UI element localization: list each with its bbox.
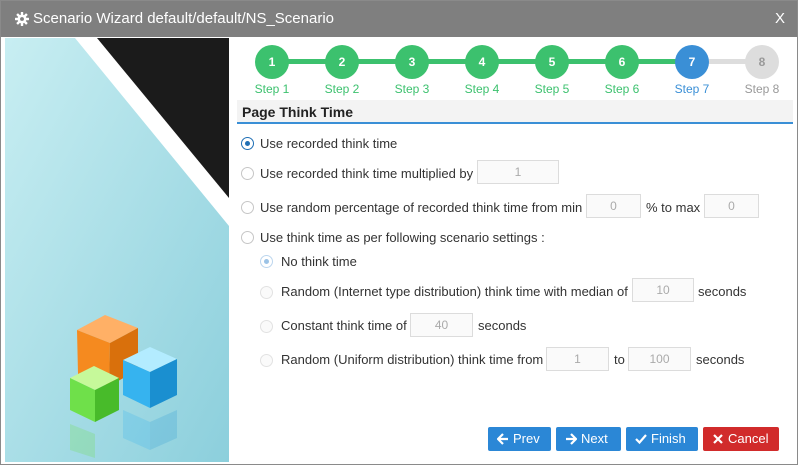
wizard-step-5[interactable]: 5 Step 5 [534,45,570,96]
next-button-label: Next [581,431,608,446]
wizard-step-3[interactable]: 3 Step 3 [394,45,430,96]
radio-internet-distribution[interactable] [260,286,273,299]
prev-button-label: Prev [513,431,540,446]
wizard-step-4[interactable]: 4 Step 4 [464,45,500,96]
constant-think-time-label: Constant think time of [281,318,407,333]
dialog-title: Scenario Wizard default/default/NS_Scena… [33,10,334,27]
multiplied-think-time-label: Use recorded think time multiplied by [260,166,474,181]
step-number: 4 [465,45,499,79]
step-label: Step 8 [744,82,780,96]
step-label: Step 2 [324,82,360,96]
wizard-step-7[interactable]: 7 Step 7 [674,45,710,96]
uniform-from-input[interactable] [546,347,609,371]
to-max-label: % to max [646,200,701,215]
section-title: Page Think Time [237,100,793,124]
scenario-wizard-dialog: Scenario Wizard default/default/NS_Scena… [0,0,798,465]
finish-button[interactable]: Finish [626,427,698,451]
finish-button-label: Finish [651,431,686,446]
wizard-step-6[interactable]: 6 Step 6 [604,45,640,96]
seconds-label: seconds [696,352,745,367]
step-number: 5 [535,45,569,79]
step-label: Step 5 [534,82,570,96]
next-button[interactable]: Next [556,427,621,451]
seconds-label: seconds [698,284,747,299]
max-percentage-input[interactable] [704,194,759,218]
radio-multiplied-think-time[interactable] [241,167,254,180]
prev-button[interactable]: Prev [488,427,551,451]
wizard-steps: 1 Step 1 2 Step 2 3 Step 3 4 Step 4 5 Step 5 … [237,38,793,98]
internet-distribution-label: Random (Internet type distribution) thin… [281,284,628,299]
step-label: Step 7 [674,82,710,96]
uniform-distribution-label: Random (Uniform distribution) think time… [281,352,544,367]
radio-scenario-settings[interactable] [241,231,254,244]
radio-random-percentage[interactable] [241,201,254,214]
cancel-button-label: Cancel [728,431,769,446]
min-percentage-input[interactable] [586,194,641,218]
radio-constant-think-time[interactable] [260,320,273,333]
uniform-to-input[interactable] [628,347,691,371]
radio-recorded-think-time[interactable] [241,137,254,150]
constant-seconds-input[interactable] [410,313,473,337]
arrow-left-icon [497,433,508,445]
close-button[interactable]: X [775,10,785,27]
step-label: Step 3 [394,82,430,96]
radio-no-think-time[interactable] [260,255,273,268]
step-label: Step 4 [464,82,500,96]
seconds-label: seconds [478,318,527,333]
no-think-time-label: No think time [281,254,357,269]
step-label: Step 6 [604,82,640,96]
cancel-button[interactable]: Cancel [703,427,779,451]
step-number: 1 [255,45,289,79]
random-percentage-label: Use random percentage of recorded think … [260,200,583,215]
close-x-icon [713,434,723,444]
radio-uniform-distribution[interactable] [260,354,273,367]
to-label: to [614,352,625,367]
wizard-step-2[interactable]: 2 Step 2 [324,45,360,96]
step-number: 8 [745,45,779,79]
step-number: 3 [395,45,429,79]
step-number: 7 [675,45,709,79]
step-label: Step 1 [254,82,290,96]
multiplier-input[interactable] [477,160,559,184]
gear-icon [15,12,29,26]
arrow-right-icon [566,433,577,445]
wizard-step-1[interactable]: 1 Step 1 [254,45,290,96]
step-number: 2 [325,45,359,79]
dialog-titlebar: Scenario Wizard default/default/NS_Scena… [1,1,797,37]
scenario-settings-label: Use think time as per following scenario… [260,230,545,245]
cubes-illustration [5,38,229,462]
recorded-think-time-label: Use recorded think time [260,136,398,151]
median-seconds-input[interactable] [632,278,694,302]
check-icon [635,434,647,445]
wizard-step-8[interactable]: 8 Step 8 [744,45,780,96]
step-number: 6 [605,45,639,79]
